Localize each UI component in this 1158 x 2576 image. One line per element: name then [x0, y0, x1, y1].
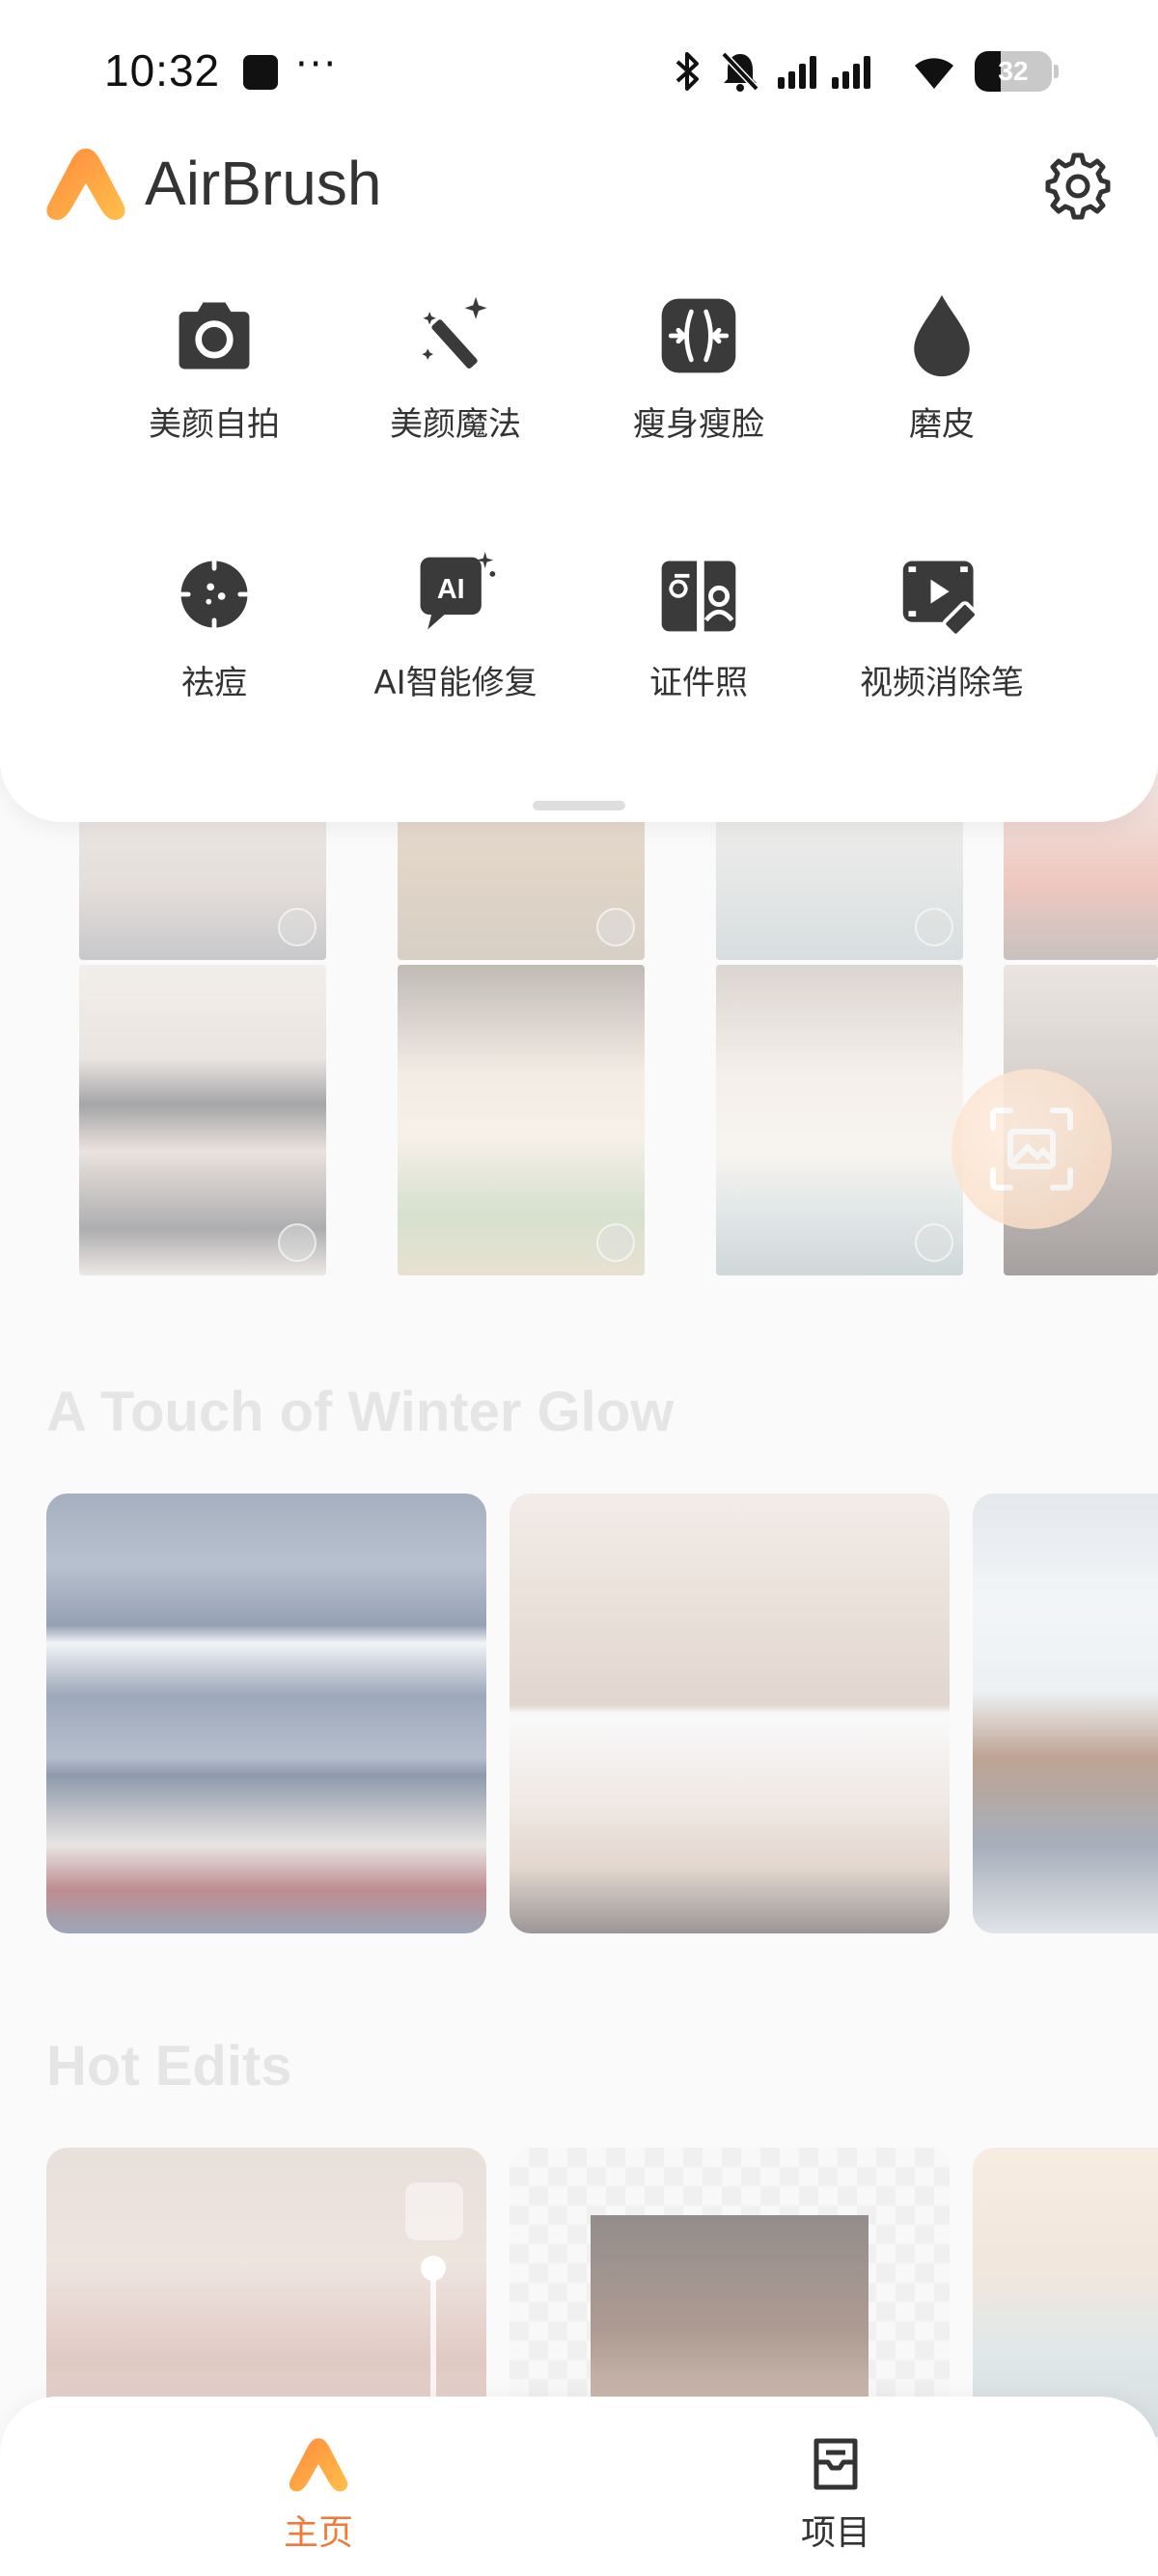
acne-icon: [168, 548, 261, 641]
status-time: 10:32: [104, 45, 221, 96]
tool-label: AI智能修复: [373, 664, 538, 702]
tool-ai-repair[interactable]: AI AI智能修复: [340, 548, 571, 703]
feature-card[interactable]: [973, 2148, 1158, 2437]
gallery-thumb[interactable]: [398, 965, 645, 1275]
tool-label: 瘦身瘦脸: [633, 405, 764, 444]
app-name: AirBrush: [145, 149, 382, 218]
compare-icon: [915, 1223, 953, 1262]
svg-text:AI: AI: [437, 574, 465, 605]
tool-slim[interactable]: 瘦身瘦脸: [583, 289, 814, 445]
tool-acne[interactable]: 祛痘: [98, 548, 330, 703]
compare-icon: [596, 1223, 635, 1262]
ai-repair-icon: AI: [409, 548, 502, 641]
brand: AirBrush: [44, 145, 381, 222]
tool-label: 美颜自拍: [149, 405, 280, 444]
tool-label: 证件照: [649, 664, 748, 702]
tool-beauty-magic[interactable]: 美颜魔法: [340, 289, 571, 445]
home-logo-icon: [289, 2438, 348, 2492]
feature-card[interactable]: [510, 2148, 950, 2437]
image-scan-icon: [990, 1108, 1073, 1191]
bell-muted-icon: [721, 51, 759, 92]
feature-card[interactable]: [46, 1494, 486, 1933]
tool-label: 美颜魔法: [390, 405, 521, 444]
bluetooth-icon: [676, 52, 699, 91]
airbrush-logo-icon: [46, 149, 125, 220]
magic-wand-icon: [409, 289, 502, 382]
compare-icon: [596, 908, 635, 946]
section-title-hot: Hot Edits: [46, 2035, 292, 2097]
tool-id-photo[interactable]: 证件照: [583, 548, 814, 703]
compare-icon: [278, 908, 317, 946]
tool-label: 磨皮: [909, 405, 975, 444]
gallery-thumb[interactable]: [79, 965, 326, 1275]
gear-icon[interactable]: [1042, 151, 1114, 222]
section-title-winter: A Touch of Winter Glow: [46, 1381, 675, 1443]
battery-indicator: 32: [975, 51, 1059, 92]
tool-smooth[interactable]: 磨皮: [826, 289, 1058, 445]
sheet-drag-handle[interactable]: [533, 801, 625, 810]
compare-icon: [278, 1223, 317, 1262]
battery-level: 32: [998, 56, 1029, 86]
tab-home[interactable]: 主页: [222, 2435, 415, 2555]
import-photo-button[interactable]: [951, 1069, 1112, 1229]
tool-label: 祛痘: [181, 664, 247, 702]
inbox-icon: [813, 2438, 858, 2490]
tab-home-label: 主页: [283, 2513, 353, 2553]
signal-icon: [778, 56, 870, 89]
status-bar: 10:32 ··· 32: [0, 0, 1158, 145]
bottom-nav: 主页 项目: [0, 2397, 1158, 2576]
tool-video-eraser[interactable]: 视频消除笔: [826, 548, 1058, 703]
gallery-thumb[interactable]: [716, 965, 963, 1275]
id-photo-icon: [652, 548, 745, 641]
tab-projects[interactable]: 项目: [739, 2435, 932, 2555]
lips-icon: [405, 2182, 463, 2240]
camera-icon: [168, 289, 261, 382]
tab-projects-label: 项目: [800, 2513, 870, 2553]
compare-icon: [915, 908, 953, 946]
feature-card[interactable]: [510, 1494, 950, 1933]
slim-icon: [652, 289, 745, 382]
drop-icon: [896, 289, 988, 382]
slider-knob[interactable]: [421, 2256, 446, 2281]
feature-card[interactable]: [973, 1494, 1158, 1933]
video-eraser-icon: [896, 548, 988, 641]
notification-app-icon: [243, 55, 278, 90]
tool-beauty-selfie[interactable]: 美颜自拍: [98, 289, 330, 445]
more-notifications-icon: ···: [295, 42, 339, 87]
tool-label: 视频消除笔: [860, 664, 1024, 702]
status-icons: 32: [674, 50, 1059, 93]
wifi-icon: [915, 58, 953, 89]
feature-card[interactable]: [46, 2148, 486, 2437]
